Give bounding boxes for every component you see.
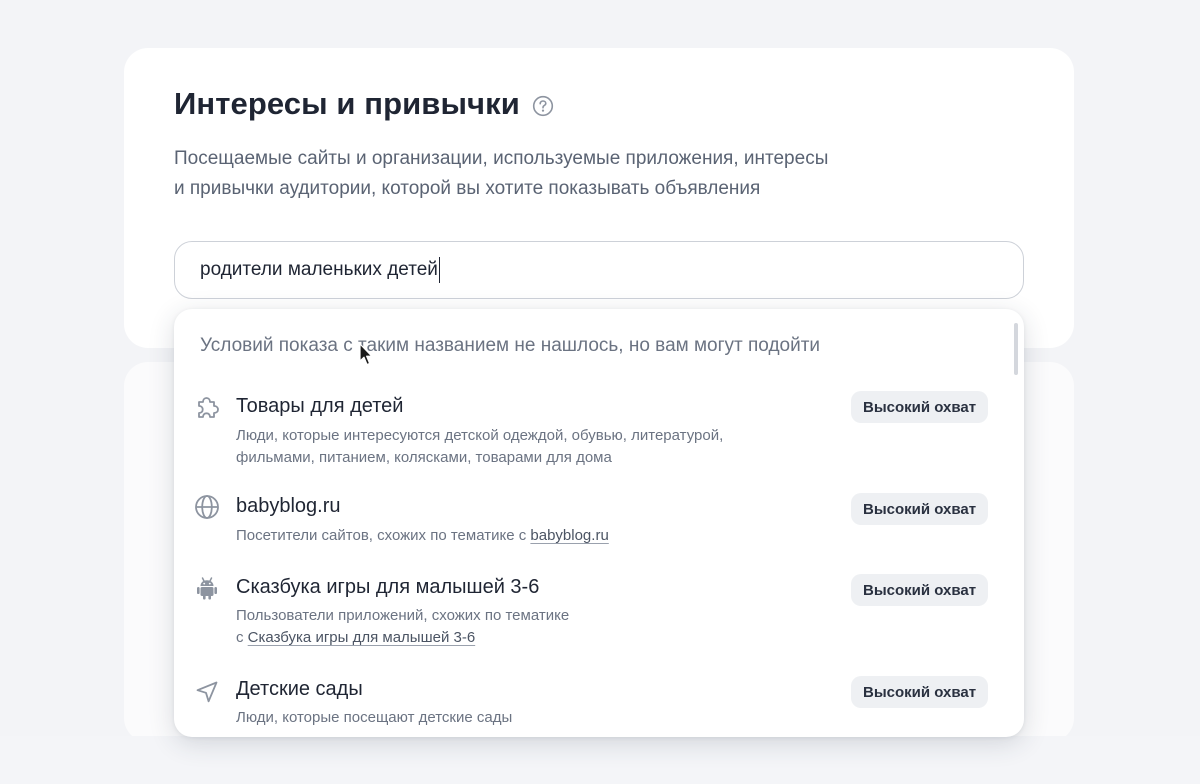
reach-badge: Высокий охват [851, 493, 989, 525]
suggestions-dropdown: Условий показа с таким названием не нашл… [174, 309, 1024, 737]
page-background: Интересы и привычки Посещаемые сайты и о… [0, 0, 1200, 784]
similar-site-link[interactable]: babyblog.ru [530, 527, 608, 544]
android-icon [193, 574, 221, 602]
suggestion-item-kids-goods[interactable]: Товары для детей Люди, которые интересую… [174, 389, 1024, 469]
suggestion-description-line: Люди, которые посещают детские сады [236, 709, 513, 726]
suggestion-description: Люди, которые посещают детские сады [236, 707, 836, 729]
reach-badge: Высокий охват [851, 391, 989, 423]
suggestion-description: Люди, которые интересуются детской одежд… [236, 425, 836, 469]
navigation-arrow-icon [193, 678, 221, 706]
globe-icon [193, 493, 221, 521]
dropdown-scrollbar[interactable] [1014, 323, 1018, 375]
suggestion-item-kindergartens[interactable]: Детские сады Люди, которые посещают детс… [174, 676, 1024, 736]
section-title: Интересы и привычки [174, 86, 520, 121]
text-caret [438, 257, 441, 283]
suggestion-title: babyblog.ru [236, 495, 341, 517]
page-bottom [0, 736, 1200, 784]
suggestion-title: Детские сады [236, 678, 363, 700]
suggestion-title: Сказбука игры для малышей 3-6 [236, 576, 540, 598]
suggestion-description-line: Пользователи приложений, схожих по темат… [236, 607, 570, 624]
suggestion-description: Пользователи приложений, схожих по темат… [236, 605, 836, 649]
section-description: Посещаемые сайты и организации, использу… [174, 144, 954, 204]
description-line: и привычки аудитории, которой вы хотите … [174, 178, 761, 199]
no-results-notice: Условий показа с таким названием не нашл… [200, 335, 821, 356]
suggestion-description-text: с [236, 629, 244, 646]
suggestion-item-babyblog[interactable]: babyblog.ru Посетители сайтов, схожих по… [174, 493, 1024, 553]
reach-badge: Высокий охват [851, 574, 989, 606]
reach-badge: Высокий охват [851, 676, 989, 708]
interests-search-input[interactable]: родители маленьких детей [174, 241, 1024, 299]
search-input-value[interactable]: родители маленьких детей [200, 259, 438, 281]
mouse-cursor-icon [359, 343, 373, 367]
description-line: Посещаемые сайты и организации, использу… [174, 148, 829, 169]
suggestion-description: Посетители сайтов, схожих по тематике с … [236, 525, 836, 547]
suggestion-description-line: Люди, которые интересуются детской одежд… [236, 427, 724, 444]
similar-app-link[interactable]: Сказбука игры для малышей 3-6 [248, 629, 476, 646]
suggestion-title: Товары для детей [236, 395, 404, 417]
suggestion-description-line: фильмами, питанием, колясками, товарами … [236, 449, 612, 466]
question-circle-icon[interactable] [532, 95, 554, 117]
suggestion-item-skazbuka-app[interactable]: Сказбука игры для малышей 3-6 Пользовате… [174, 574, 1024, 654]
puzzle-icon [193, 393, 221, 421]
section-header: Интересы и привычки [174, 86, 554, 122]
suggestion-description-text: Посетители сайтов, схожих по тематике с [236, 527, 527, 544]
